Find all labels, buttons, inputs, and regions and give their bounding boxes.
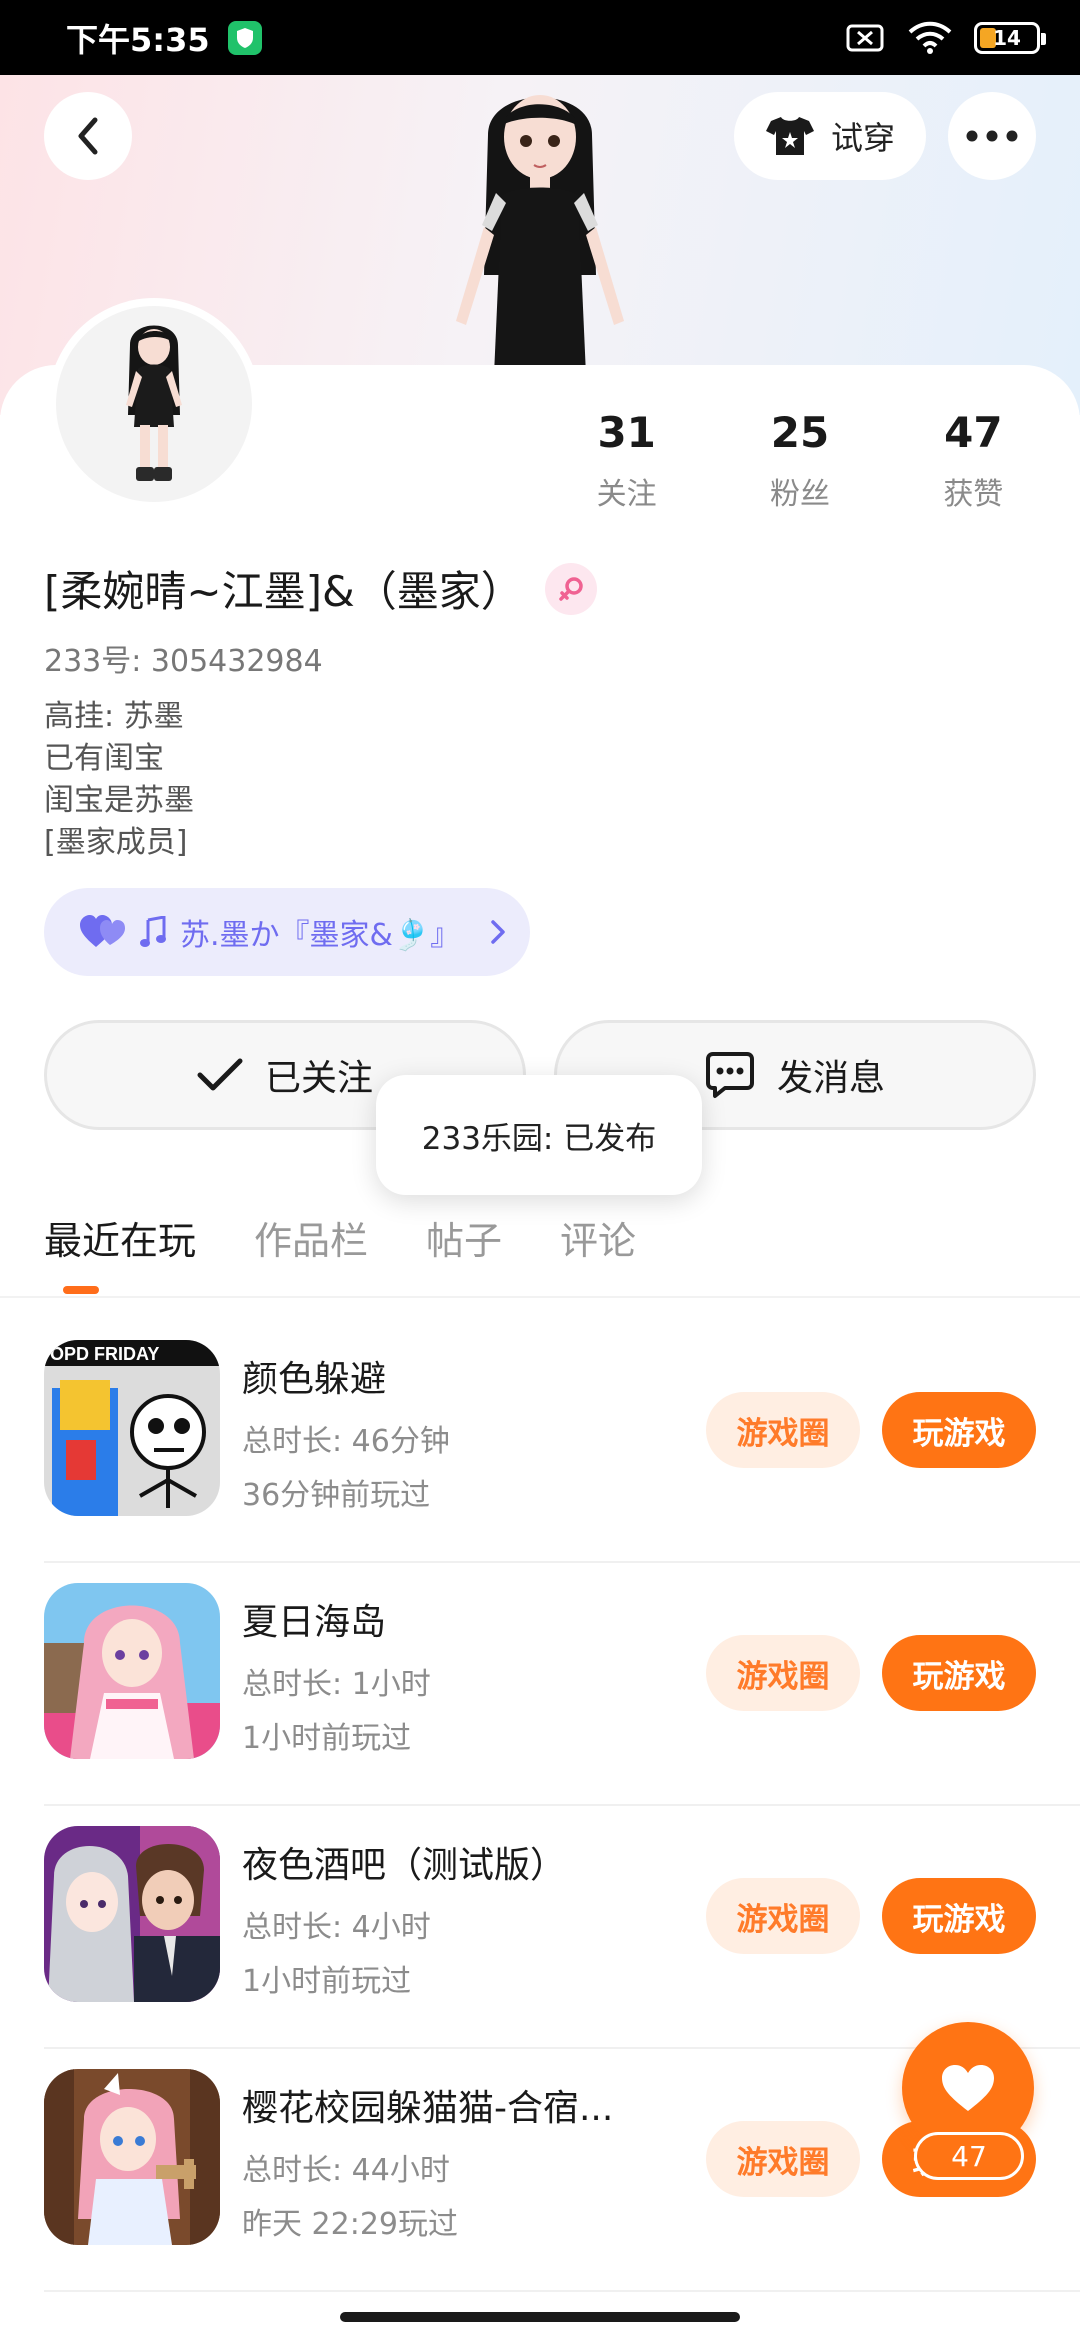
game-info: 樱花校园躲猫猫-合宿... 总时长: 44小时 昨天 22:29玩过 <box>242 2079 682 2243</box>
game-icon[interactable] <box>44 1583 220 1759</box>
like-count-badge: 47 <box>914 2132 1024 2180</box>
game-total-time: 总时长: 4小时 <box>242 1910 431 1945</box>
stat-followers[interactable]: 25 粉丝 <box>713 408 886 513</box>
stat-likes-count: 47 <box>944 408 1003 457</box>
tabs-divider <box>0 1296 1080 1298</box>
game-title: 夏日海岛 <box>242 1602 387 1643</box>
game-info: 夜色酒吧（测试版） 总时长: 4小时 1小时前玩过 <box>242 1836 682 2000</box>
follow-button-label: 已关注 <box>264 1058 373 1099</box>
shield-icon <box>227 20 262 55</box>
user-id: 233号: 305432984 <box>44 644 323 679</box>
toast-notification: 233乐园: 已发布 <box>376 1075 702 1195</box>
game-icon-banner: OPD FRIDAY <box>50 1344 159 1364</box>
game-last-played: 昨天 22:29玩过 <box>242 2207 458 2242</box>
list-item[interactable]: 夜色酒吧（测试版） 总时长: 4小时 1小时前玩过 游戏圈 玩游戏 <box>0 1806 1080 2049</box>
stat-followers-count: 25 <box>770 408 830 457</box>
game-info: 颜色躲避 总时长: 46分钟 36分钟前玩过 <box>242 1350 682 1514</box>
more-options-button[interactable] <box>948 92 1036 180</box>
tab-posts[interactable]: 帖子 <box>426 1210 502 1285</box>
double-heart-icon <box>80 915 125 947</box>
chevron-left-icon <box>78 117 98 155</box>
tshirt-icon <box>765 117 814 155</box>
profile-stats: 31 关注 25 粉丝 47 获赞 <box>540 408 1060 513</box>
try-on-label: 试穿 <box>830 119 895 157</box>
stat-following-count: 31 <box>597 408 656 457</box>
game-circle-button[interactable]: 游戏圈 <box>706 1635 860 1711</box>
active-tab-indicator <box>63 1286 99 1294</box>
tab-recently-played[interactable]: 最近在玩 <box>44 1210 196 1285</box>
send-message-label: 发消息 <box>776 1058 885 1099</box>
stat-following-label: 关注 <box>596 477 657 512</box>
avatar[interactable] <box>48 298 260 510</box>
female-gender-icon <box>544 562 597 615</box>
music-note-icon <box>140 916 166 947</box>
bio-line: 闺宝是苏墨 <box>44 783 194 818</box>
profile-name: [柔婉晴~江墨]&（墨家） <box>44 567 523 616</box>
friend-link-pill[interactable]: 苏.墨か『墨家&🎐』 <box>44 888 530 976</box>
game-last-played: 36分钟前玩过 <box>242 1478 431 1513</box>
bio-line: 已有闺宝 <box>44 741 164 776</box>
game-title: 夜色酒吧（测试版） <box>242 1845 567 1886</box>
game-circle-button[interactable]: 游戏圈 <box>706 1392 860 1468</box>
play-game-button[interactable]: 玩游戏 <box>882 1392 1036 1468</box>
status-right: 14 <box>846 21 1046 55</box>
profile-bio: 高挂: 苏墨 已有闺宝 闺宝是苏墨 [墨家成员] <box>44 696 194 864</box>
status-left: 下午5:35 <box>66 15 262 61</box>
no-sim-icon <box>846 24 884 51</box>
game-circle-button[interactable]: 游戏圈 <box>706 2121 860 2197</box>
game-icon[interactable] <box>44 1826 220 2002</box>
game-total-time: 总时长: 1小时 <box>242 1667 431 1702</box>
checkmark-icon <box>197 1058 243 1091</box>
stat-likes[interactable]: 47 获赞 <box>887 408 1060 513</box>
avatar-image <box>56 306 252 502</box>
friend-link-text: 苏.墨か『墨家&🎐』 <box>180 918 461 953</box>
bio-line: [墨家成员] <box>44 825 188 860</box>
play-game-button[interactable]: 玩游戏 <box>882 1878 1036 1954</box>
avatar-figure <box>126 325 182 481</box>
game-info: 夏日海岛 总时长: 1小时 1小时前玩过 <box>242 1593 682 1757</box>
game-icon[interactable]: OPD FRIDAY <box>44 1340 220 1516</box>
list-item[interactable]: 夏日海岛 总时长: 1小时 1小时前玩过 游戏圈 玩游戏 <box>0 1563 1080 1806</box>
game-total-time: 总时长: 46分钟 <box>242 1424 450 1459</box>
list-item[interactable]: OPD FRIDAY 颜色躲避 总时长: 46分钟 36分钟前玩过 游戏圈 玩游… <box>0 1320 1080 1563</box>
back-button[interactable] <box>44 92 132 180</box>
stat-likes-label: 获赞 <box>943 477 1004 512</box>
battery-icon: 14 <box>974 21 1046 54</box>
chevron-right-icon <box>491 920 505 944</box>
game-title: 樱花校园躲猫猫-合宿... <box>242 2088 614 2129</box>
profile-tabs: 最近在玩 作品栏 帖子 评论 <box>44 1210 636 1285</box>
status-time: 下午5:35 <box>66 20 210 59</box>
game-total-time: 总时长: 44小时 <box>242 2153 450 2188</box>
toast-text: 233乐园: 已发布 <box>421 1120 657 1157</box>
avatar-3d-figure <box>456 95 624 375</box>
play-game-button[interactable]: 玩游戏 <box>882 1635 1036 1711</box>
heart-icon <box>942 2065 994 2111</box>
game-last-played: 1小时前玩过 <box>242 1964 412 1999</box>
game-circle-button[interactable]: 游戏圈 <box>706 1878 860 1954</box>
more-dots-icon <box>966 130 1018 142</box>
game-last-played: 1小时前玩过 <box>242 1721 412 1756</box>
tab-comments[interactable]: 评论 <box>560 1210 636 1285</box>
tab-works[interactable]: 作品栏 <box>254 1210 368 1285</box>
stat-followers-label: 粉丝 <box>769 477 830 512</box>
game-title: 颜色躲避 <box>242 1359 387 1400</box>
stat-following[interactable]: 31 关注 <box>540 408 713 513</box>
home-indicator[interactable] <box>340 2312 740 2322</box>
try-on-button[interactable]: 试穿 <box>734 92 926 180</box>
wifi-icon <box>908 21 952 54</box>
name-row: [柔婉晴~江墨]&（墨家） <box>44 558 597 619</box>
battery-level: 14 <box>993 25 1021 50</box>
status-bar: 下午5:35 14 <box>0 0 1080 75</box>
row-divider <box>44 2290 1080 2292</box>
game-icon[interactable] <box>44 2069 220 2245</box>
bio-line: 高挂: 苏墨 <box>44 699 184 734</box>
chat-bubble-icon <box>705 1052 754 1098</box>
